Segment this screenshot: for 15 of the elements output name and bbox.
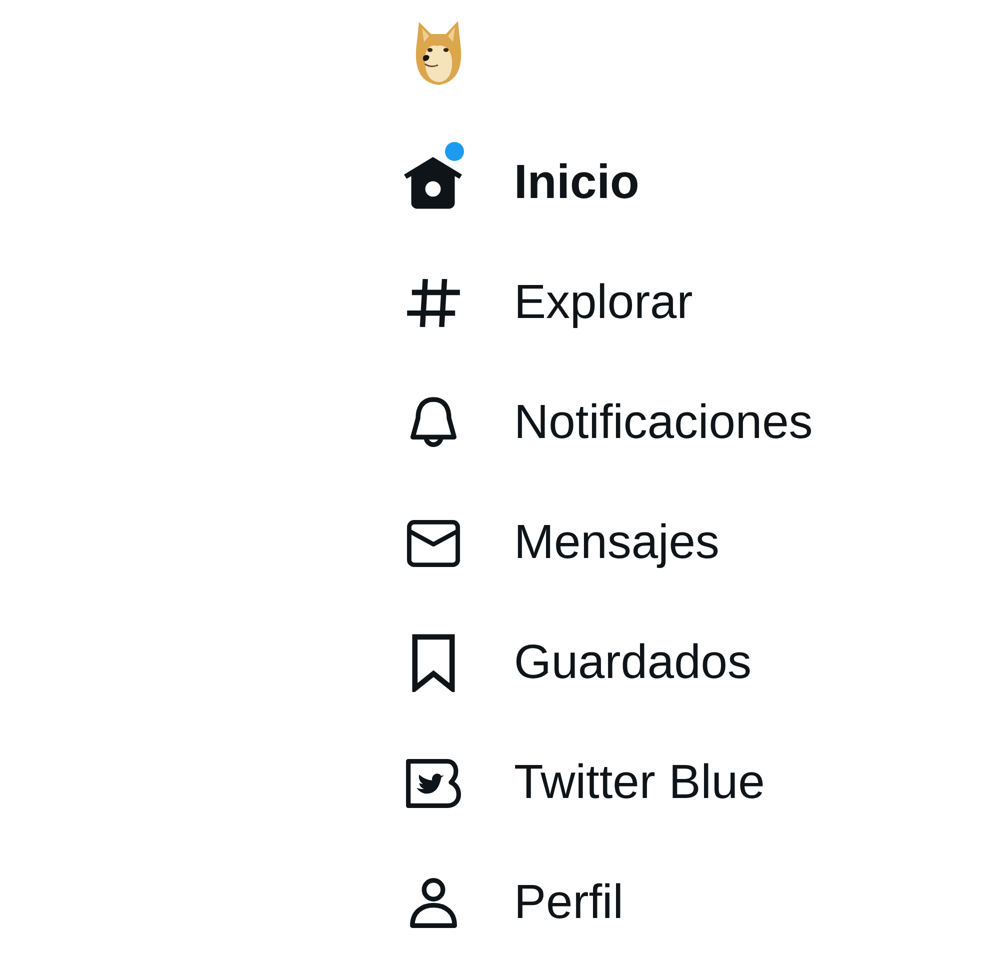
sidebar-nav-item[interactable]: Mensajes	[404, 503, 720, 583]
sidebar-nav-item[interactable]: Twitter Blue	[404, 743, 765, 823]
sidebar-nav-item[interactable]: Explorar	[404, 263, 693, 343]
dog-face-icon[interactable]	[415, 20, 462, 85]
sidebar-nav-item[interactable]: Notificaciones	[404, 383, 813, 463]
hashtag-icon	[406, 279, 460, 327]
sidebar-nav-item[interactable]: Perfil	[404, 863, 624, 943]
home-icon	[404, 157, 462, 209]
bird-frame-icon	[406, 758, 460, 808]
sidebar-nav-item[interactable]: Guardados	[404, 623, 752, 703]
envelope-icon	[406, 520, 460, 566]
bookmark-icon	[412, 634, 454, 692]
bell-icon	[410, 397, 456, 449]
sidebar-nav-item[interactable]: Inicio	[404, 143, 640, 223]
person-icon	[410, 878, 456, 928]
